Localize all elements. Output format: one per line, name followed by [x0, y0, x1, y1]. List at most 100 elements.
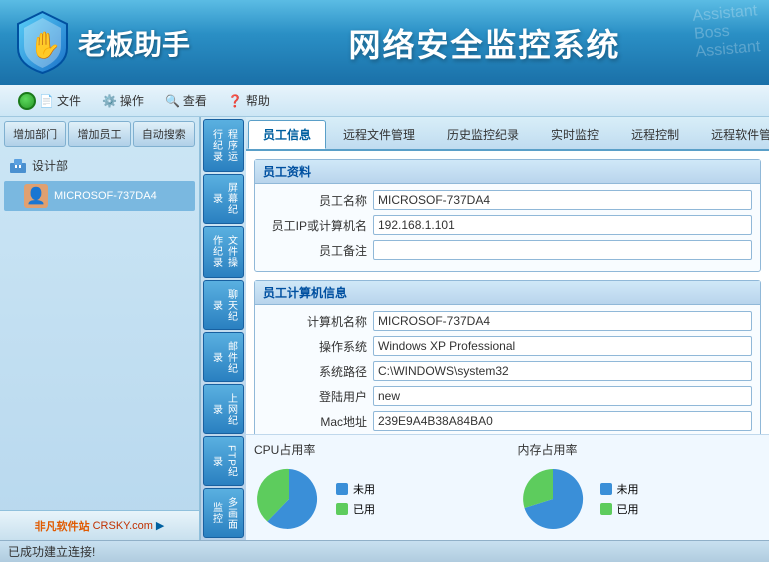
brand-sub: CRSKY.com	[93, 520, 153, 532]
cpu-unused-label: 未用	[353, 481, 375, 497]
computer-info-content: 计算机名称 MICROSOF-737DA4 操作系统 Windows XP Pr…	[255, 305, 760, 434]
sys-path-value[interactable]: C:\WINDOWS\system32	[373, 361, 752, 381]
logo-shield-icon: ✋	[15, 10, 70, 75]
computer-info-section: 员工计算机信息 计算机名称 MICROSOF-737DA4 操作系统 Windo…	[254, 280, 761, 434]
sidebar-mail-log[interactable]: 邮件纪录	[203, 332, 244, 382]
sidebar-web-log-label: 上网纪录	[209, 389, 239, 429]
toolbar-view-label: 查看	[183, 92, 207, 109]
sidebar-program-log[interactable]: 程序运行纪录	[203, 119, 244, 172]
computer-name-value[interactable]: MICROSOF-737DA4	[373, 311, 752, 331]
memory-pie-chart	[518, 464, 588, 534]
sidebar-mail-log-label: 邮件纪录	[209, 337, 239, 377]
toolbar-view[interactable]: 🔍 查看	[157, 89, 215, 112]
dept-item[interactable]: 设计部	[0, 151, 199, 179]
cpu-chart-title: CPU占用率	[254, 441, 315, 458]
cpu-chart-container: CPU占用率 未用	[254, 441, 498, 534]
sidebar-ftp-log[interactable]: FTP纪录	[203, 436, 244, 486]
cpu-legend: 未用 已用	[336, 481, 375, 517]
employee-ip-value[interactable]: 192.168.1.101	[373, 215, 752, 235]
os-value[interactable]: Windows XP Professional	[373, 336, 752, 356]
sidebar-buttons: 增加部门 增加员工 自动搜索	[0, 117, 199, 147]
memory-used-legend: 已用	[600, 501, 639, 517]
cpu-pie-chart	[254, 464, 324, 534]
file-status-icon	[18, 92, 36, 110]
cpu-used-label: 已用	[353, 501, 375, 517]
logo-area: ✋ 老板助手	[15, 10, 215, 75]
memory-unused-label: 未用	[617, 481, 639, 497]
dept-icon	[8, 155, 28, 175]
right-panel-sidebar: 程序运行纪录 屏幕纪录 文件操作纪录 聊天纪录 邮件纪录 上网纪录 FTP纪录 …	[200, 117, 246, 540]
sidebar-multiscreen-label: 多画面监控	[209, 493, 239, 533]
employee-note-label: 员工备注	[263, 242, 373, 259]
employee-name-label: 员工名称	[263, 192, 373, 209]
cpu-used-dot	[336, 503, 348, 515]
tab-remote-software[interactable]: 远程软件管理	[696, 120, 769, 149]
memory-chart-title: 内存占用率	[518, 441, 578, 458]
mac-value[interactable]: 239E9A4B38A84BA0	[373, 411, 752, 431]
brand-arrow-icon[interactable]: ▶	[156, 519, 164, 532]
memory-chart-container: 内存占用率 未用 已用	[518, 441, 762, 534]
toolbar-action-label: 操作	[120, 92, 144, 109]
svg-text:✋: ✋	[29, 30, 61, 60]
employee-note-row: 员工备注	[263, 240, 752, 260]
user-item[interactable]: 👤 MICROSOF-737DA4	[4, 181, 195, 211]
status-bar: 已成功建立连接!	[0, 540, 769, 562]
toolbar-file[interactable]: 📄 文件	[10, 89, 89, 113]
employee-info-title: 员工资料	[255, 160, 760, 184]
employee-ip-row: 员工IP或计算机名 192.168.1.101	[263, 215, 752, 235]
logo-text: 老板助手	[78, 23, 190, 63]
tabs: 员工信息 远程文件管理 历史监控纪录 实时监控 远程控制 远程软件管理	[246, 117, 769, 151]
tab-remote-file[interactable]: 远程文件管理	[328, 120, 430, 149]
sidebar-ftp-log-label: FTP纪录	[209, 441, 239, 481]
gear-icon: ⚙️	[102, 94, 117, 108]
memory-unused-dot	[600, 483, 612, 495]
employee-info-section: 员工资料 员工名称 MICROSOF-737DA4 员工IP或计算机名 192.…	[254, 159, 761, 272]
add-dept-button[interactable]: 增加部门	[4, 121, 66, 147]
sidebar-multiscreen[interactable]: 多画面监控	[203, 488, 244, 538]
footer-brand: 非凡软件站 CRSKY.com ▶	[0, 510, 199, 540]
tab-realtime[interactable]: 实时监控	[536, 120, 614, 149]
add-employee-button[interactable]: 增加员工	[68, 121, 130, 147]
memory-legend: 未用 已用	[600, 481, 639, 517]
memory-used-dot	[600, 503, 612, 515]
toolbar-action[interactable]: ⚙️ 操作	[94, 89, 152, 112]
sidebar-chat-log[interactable]: 聊天纪录	[203, 280, 244, 330]
sidebar-screen-log[interactable]: 屏幕纪录	[203, 174, 244, 224]
tab-remote-control[interactable]: 远程控制	[616, 120, 694, 149]
sidebar-chat-log-label: 聊天纪录	[209, 285, 239, 325]
user-avatar-icon: 👤	[24, 184, 48, 208]
login-user-value[interactable]: new	[373, 386, 752, 406]
view-icon: 🔍	[165, 94, 180, 108]
cpu-unused-legend: 未用	[336, 481, 375, 497]
content-area: 员工信息 远程文件管理 历史监控纪录 实时监控 远程控制 远程软件管理 员工资料	[246, 117, 769, 540]
employee-name-row: 员工名称 MICROSOF-737DA4	[263, 190, 752, 210]
cpu-used-legend: 已用	[336, 501, 375, 517]
auto-search-button[interactable]: 自动搜索	[133, 121, 195, 147]
sidebar-web-log[interactable]: 上网纪录	[203, 384, 244, 434]
mac-label: Mac地址	[263, 413, 373, 430]
computer-name-row: 计算机名称 MICROSOF-737DA4	[263, 311, 752, 331]
dept-label: 设计部	[32, 157, 68, 174]
tab-history-log[interactable]: 历史监控纪录	[432, 120, 534, 149]
app-title: 网络安全监控系统	[215, 20, 754, 66]
file-icon: 📄	[39, 94, 54, 108]
sidebar-file-log[interactable]: 文件操作纪录	[203, 226, 244, 279]
mac-row: Mac地址 239E9A4B38A84BA0	[263, 411, 752, 431]
login-user-row: 登陆用户 new	[263, 386, 752, 406]
toolbar-help[interactable]: ❓ 帮助	[220, 89, 278, 112]
login-user-label: 登陆用户	[263, 388, 373, 405]
os-label: 操作系统	[263, 338, 373, 355]
computer-info-title: 员工计算机信息	[255, 281, 760, 305]
sidebar-file-log-label: 文件操作纪录	[209, 231, 239, 274]
header: ✋ 老板助手 网络安全监控系统 AssistantBossAssistant	[0, 0, 769, 85]
employee-note-value[interactable]	[373, 240, 752, 260]
toolbar-help-label: 帮助	[246, 92, 270, 109]
sidebar-program-log-label: 程序运行纪录	[209, 124, 239, 167]
tab-employee-info[interactable]: 员工信息	[248, 120, 326, 149]
os-row: 操作系统 Windows XP Professional	[263, 336, 752, 356]
sys-path-row: 系统路径 C:\WINDOWS\system32	[263, 361, 752, 381]
employee-ip-label: 员工IP或计算机名	[263, 217, 373, 234]
employee-info-content: 员工名称 MICROSOF-737DA4 员工IP或计算机名 192.168.1…	[255, 184, 760, 271]
content-inner: 员工资料 员工名称 MICROSOF-737DA4 员工IP或计算机名 192.…	[246, 151, 769, 434]
employee-name-value[interactable]: MICROSOF-737DA4	[373, 190, 752, 210]
